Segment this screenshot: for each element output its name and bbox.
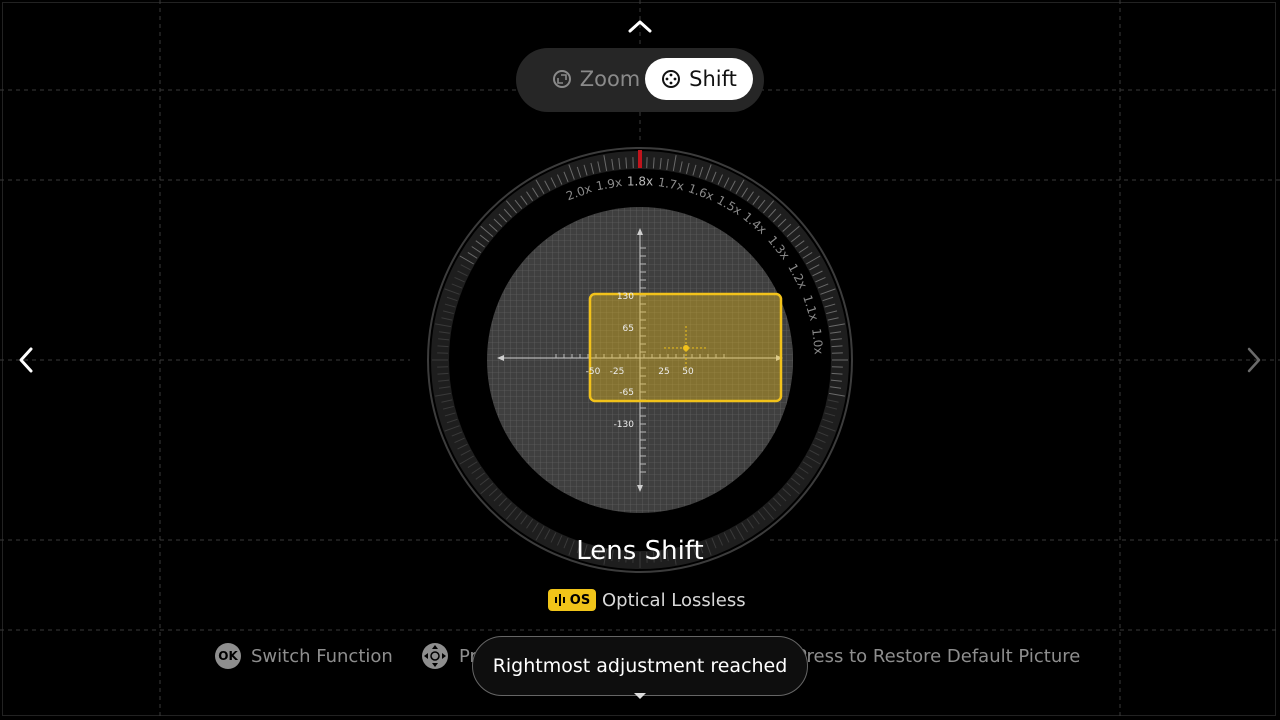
y-tick-label: -130	[614, 420, 635, 430]
x-tick-label: 50	[682, 367, 694, 377]
hint-restore-label: Press to Restore Default Picture	[796, 645, 1081, 667]
lens-dial: 2.0x 1.9x 1.8x 1.7x 1.6x1.5x1.4x1.3x1.2x1.1x…	[427, 147, 853, 573]
toast-message: Rightmost adjustment reached	[472, 636, 808, 696]
toast-pointer	[634, 693, 646, 699]
optical-lossless-label: Optical Lossless	[602, 589, 746, 611]
zoom-scale-label: 2.0x	[564, 181, 593, 203]
hint-switch-function: OK Switch Function	[215, 642, 393, 670]
zoom-scale-label: 1.8x	[627, 175, 653, 189]
optical-lossless-row: OS Optical Lossless	[548, 588, 746, 612]
zoom-scale-label: 1.6x	[686, 181, 715, 203]
hint-press: Pr	[421, 642, 477, 670]
zoom-indicator	[638, 150, 642, 168]
shift-current-point	[683, 345, 689, 351]
x-tick-label: 25	[658, 367, 669, 377]
y-tick-label: 65	[623, 324, 634, 334]
os-badge-text: OS	[569, 592, 591, 608]
zoom-scale-label: 1.1x	[800, 293, 821, 322]
x-tick-label: -50	[586, 367, 601, 377]
dpad-icon	[422, 643, 448, 669]
hint-restore: Press to Restore Default Picture	[796, 642, 1080, 670]
y-tick-label: 130	[617, 292, 634, 302]
zoom-scale-label: 1.7x	[657, 175, 685, 193]
zoom-scale-label: 1.0x	[809, 328, 826, 356]
sound-wave-icon	[554, 594, 565, 606]
zoom-scale-label: 1.9x	[595, 175, 623, 193]
ok-button-icon: OK	[215, 643, 241, 669]
shift-chart: -50 -25 25 50 130 65 -65 -130	[487, 207, 793, 513]
page-title: Lens Shift	[576, 536, 704, 566]
x-tick-label: -25	[610, 367, 625, 377]
y-tick-label: -65	[619, 388, 634, 398]
hint-switch-function-label: Switch Function	[251, 645, 393, 667]
os-badge: OS	[548, 589, 596, 611]
